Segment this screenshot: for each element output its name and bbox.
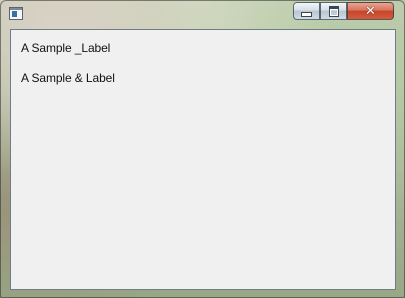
- window-titlebar[interactable]: ✕: [1, 1, 404, 29]
- window-content-panel: A Sample _Label A Sample & Label: [10, 29, 396, 290]
- sample-label-ampersand: A Sample & Label: [21, 71, 115, 85]
- application-window: ✕ A Sample _Label A Sample & Label: [0, 0, 405, 298]
- minimize-button[interactable]: [293, 2, 320, 20]
- close-button[interactable]: ✕: [347, 2, 394, 20]
- maximize-icon: [328, 5, 339, 17]
- app-window-icon[interactable]: [9, 7, 23, 20]
- close-icon: ✕: [365, 3, 376, 19]
- sample-label-underscore: A Sample _Label: [21, 41, 111, 55]
- minimize-icon: [301, 11, 312, 17]
- maximize-button[interactable]: [320, 2, 347, 20]
